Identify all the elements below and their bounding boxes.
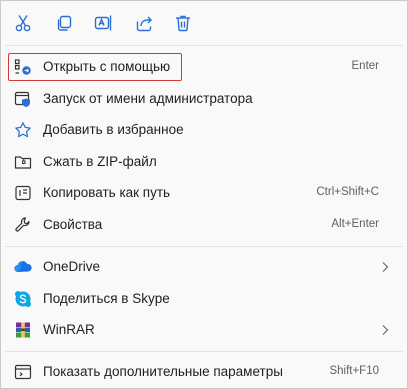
context-menu: Открыть с помощью Enter Запуск от имени … xyxy=(0,0,408,389)
compress-zip-label: Сжать в ZIP-файл xyxy=(43,154,157,169)
cut-button[interactable] xyxy=(7,7,39,39)
add-favorites-label: Добавить в избранное xyxy=(43,122,184,137)
open-with-shortcut: Enter xyxy=(351,60,380,72)
context-toolbar xyxy=(1,1,407,45)
copy-icon xyxy=(57,15,72,31)
menu-item-copy-path[interactable]: Копировать как путь Ctrl+Shift+C xyxy=(5,178,403,208)
onedrive-cloud-icon xyxy=(13,257,33,277)
separator xyxy=(5,45,403,46)
winrar-icon xyxy=(13,320,33,340)
skype-icon xyxy=(13,289,33,309)
properties-shortcut: Alt+Enter xyxy=(331,218,379,230)
star-icon xyxy=(13,120,33,140)
share-skype-label: Поделиться в Skype xyxy=(43,291,170,306)
copy-path-shortcut: Ctrl+Shift+C xyxy=(316,186,379,198)
rename-button[interactable] xyxy=(87,7,119,39)
rename-icon xyxy=(94,15,112,31)
copy-button[interactable] xyxy=(48,7,80,39)
menu-item-compress-zip[interactable]: Сжать в ZIP-файл xyxy=(5,147,403,177)
share-icon xyxy=(136,16,152,32)
wrench-icon xyxy=(13,215,33,235)
menu-item-onedrive[interactable]: OneDrive xyxy=(5,252,403,282)
delete-icon xyxy=(176,15,190,32)
more-options-shortcut: Shift+F10 xyxy=(329,365,379,377)
more-options-label: Показать дополнительные параметры xyxy=(43,364,283,379)
separator xyxy=(5,351,403,352)
menu-item-share-skype[interactable]: Поделиться в Skype xyxy=(5,284,403,314)
more-options-icon xyxy=(13,362,33,382)
admin-shield-icon xyxy=(13,89,33,109)
cut-icon xyxy=(15,15,31,32)
menu-item-properties[interactable]: Свойства Alt+Enter xyxy=(5,210,403,240)
menu-item-winrar[interactable]: WinRAR xyxy=(5,315,403,345)
properties-label: Свойства xyxy=(43,217,103,232)
run-as-admin-label: Запуск от имени администратора xyxy=(43,91,253,106)
chevron-right-icon xyxy=(382,262,389,272)
menu-item-more-options[interactable]: Показать дополнительные параметры Shift+… xyxy=(5,357,403,387)
chevron-right-icon xyxy=(382,325,389,335)
winrar-label: WinRAR xyxy=(43,322,95,337)
menu-item-add-favorites[interactable]: Добавить в избранное xyxy=(5,115,403,145)
separator xyxy=(5,246,403,247)
delete-button[interactable] xyxy=(167,7,199,39)
zip-folder-icon xyxy=(13,152,33,172)
onedrive-label: OneDrive xyxy=(43,259,101,274)
share-button[interactable] xyxy=(128,7,160,39)
menu-item-run-as-admin[interactable]: Запуск от имени администратора xyxy=(5,84,403,114)
copy-path-label: Копировать как путь xyxy=(43,185,171,200)
copy-path-icon xyxy=(13,183,33,203)
highlight-box xyxy=(8,53,182,81)
